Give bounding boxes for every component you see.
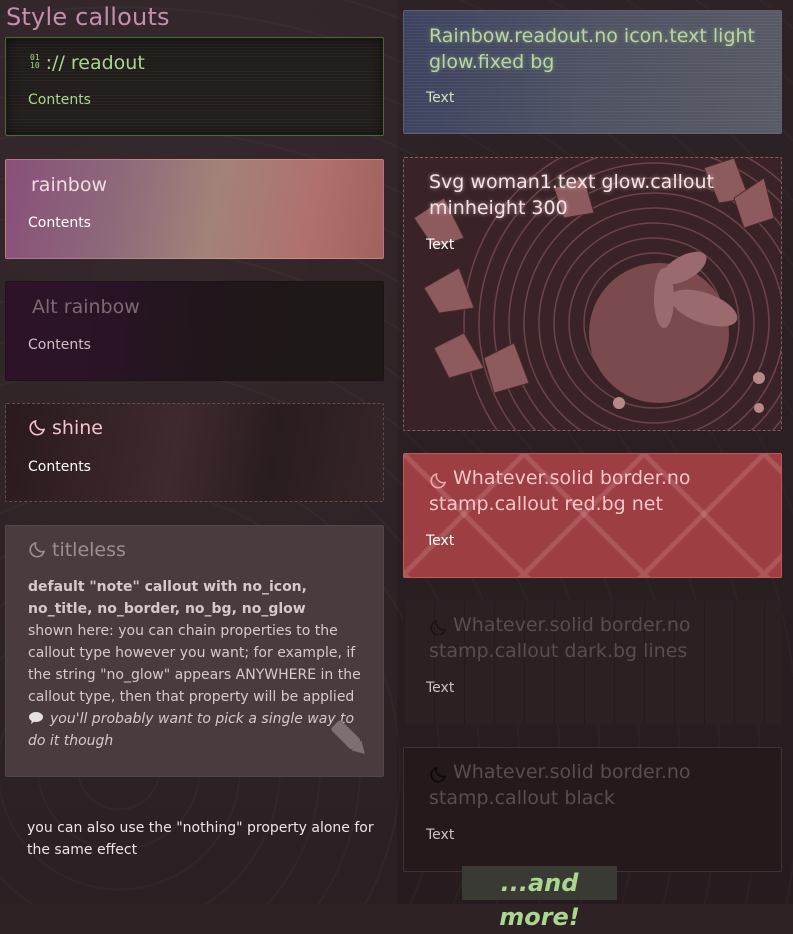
footnote-text: you can also use the "nothing" property … <box>27 820 374 858</box>
callout-text: shown here: you can chain properties to … <box>28 623 361 705</box>
callout-black: Whatever.solid border.no stamp.callout b… <box>403 747 782 872</box>
callout-red: Whatever.solid border.no stamp.callout r… <box>403 453 782 578</box>
callout-title: Whatever.solid border.no stamp.callout d… <box>429 614 691 662</box>
callout-content: Text <box>426 680 455 696</box>
speech-bubble-icon <box>29 712 43 724</box>
callout-content: Text <box>426 237 455 253</box>
callout-content: Contents <box>28 459 91 475</box>
callout-content: Contents <box>28 92 91 108</box>
callout-content: Text <box>426 827 455 843</box>
callout-shine: shine Contents <box>5 403 384 502</box>
callout-content: Contents <box>28 215 91 231</box>
callout-rainbow: rainbow Contents <box>5 159 384 259</box>
callout-readout: 01 10 :// readout Contents <box>5 37 384 136</box>
callout-title-text: titleless <box>52 539 126 561</box>
callout-titleless: titleless default "note" callout with no… <box>5 525 384 777</box>
callout-title: rainbow <box>31 174 107 196</box>
callout-alt-rainbow: Alt rainbow Contents <box>5 281 384 381</box>
callout-title: Svg woman1.text glow.callout minheight 3… <box>429 171 714 219</box>
callout-content: Text <box>426 90 455 106</box>
callout-title: shine <box>28 415 103 441</box>
callout-title: titleless <box>28 537 126 563</box>
callout-title-text: shine <box>52 417 103 439</box>
pencil-icon <box>331 720 365 754</box>
callout-rainbow-readout: Rainbow.readout.no icon.text light glow.… <box>403 10 782 134</box>
moon-icon <box>29 419 46 436</box>
page-heading: Style callouts <box>6 3 170 31</box>
callout-content: default "note" callout with no_icon, no_… <box>28 576 373 752</box>
and-more-banner: ...and more! <box>462 866 617 931</box>
right-column: Rainbow.readout.no icon.text light glow.… <box>397 0 793 904</box>
callout-title: Whatever.solid border.no stamp.callout b… <box>429 761 691 809</box>
callout-content: Contents <box>28 337 91 353</box>
moon-icon <box>29 541 46 558</box>
callout-title-text: :// readout <box>45 52 145 74</box>
callout-title: 01 10 :// readout <box>30 50 145 76</box>
callout-title: Alt rainbow <box>32 296 140 318</box>
callout-title: Whatever.solid border.no stamp.callout r… <box>429 467 691 515</box>
callout-italic-line: you'll probably want to pick a single wa… <box>28 708 373 752</box>
callout-italic-text: you'll probably want to pick a single wa… <box>28 711 355 749</box>
left-column: Style callouts 01 10:// readout Contents … <box>0 0 397 904</box>
callout-svg-woman: Svg woman1.text glow.callout minheight 3… <box>403 157 782 431</box>
callout-title: Rainbow.readout.no icon.text light glow.… <box>429 25 755 73</box>
callout-bold-line: default "note" callout with no_icon, no_… <box>28 579 307 617</box>
binary-icon: 01 10 <box>30 52 40 70</box>
callout-dark: Whatever.solid border.no stamp.callout d… <box>403 600 782 725</box>
callout-content: Text <box>426 533 455 549</box>
